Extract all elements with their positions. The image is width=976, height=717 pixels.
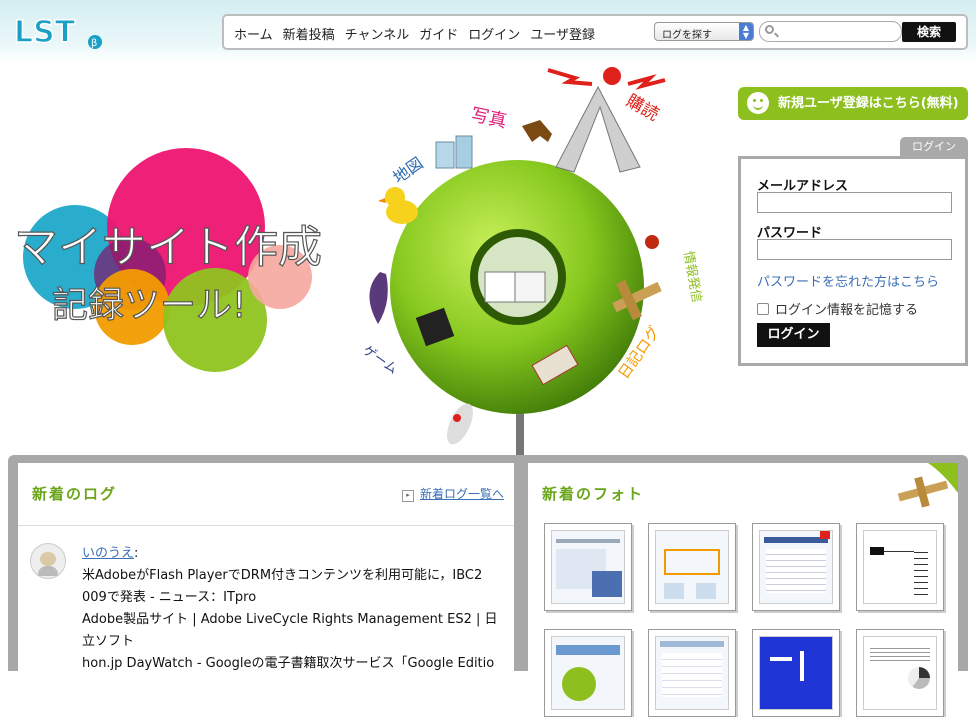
main-nav: ホーム 新着投稿 チャンネル ガイド ログイン ユーザ登録 (234, 24, 595, 43)
hero-title-line2: 記録ツール! (52, 285, 246, 326)
register-banner-label: 新規ユーザ登録はこちら(無料) (778, 96, 959, 111)
new-photos-title: 新着のフォト (542, 485, 645, 503)
photo-thumbnail[interactable] (544, 523, 632, 611)
remember-label: ログイン情報を記憶する (775, 303, 919, 318)
remember-login[interactable]: ログイン情報を記憶する (757, 299, 918, 318)
login-tab: ログイン (900, 137, 968, 156)
lst-logo[interactable]: LST β (14, 12, 104, 52)
log-line[interactable]: Adobe製品サイト | Adobe LiveCycle Rights Mana… (82, 609, 512, 631)
header-bar: LST β ホーム 新着投稿 チャンネル ガイド ログイン ユーザ登録 ログを探… (0, 0, 976, 62)
search-icon (765, 25, 774, 34)
avatar[interactable] (30, 543, 66, 579)
logo-text: LST (14, 15, 76, 50)
new-logs-list-link[interactable]: 新着ログ一覧へ (402, 485, 504, 502)
search-input[interactable] (759, 21, 902, 42)
new-photos-panel: 新着のフォト (528, 463, 958, 717)
photo-thumbnail[interactable] (752, 523, 840, 611)
login-button[interactable]: ログイン (757, 323, 830, 347)
nav-guide[interactable]: ガイド (419, 24, 458, 43)
divider (18, 525, 514, 526)
label-photo: 写真 (469, 104, 509, 132)
ladybug-icon (645, 235, 659, 249)
photo-thumbnail[interactable] (648, 523, 736, 611)
log-line[interactable]: hon.jp DayWatch - Googleの電子書籍取次サービス「Goog… (82, 653, 512, 675)
building-icon (435, 135, 473, 169)
content-area: 新着のログ 新着ログ一覧へ いのうえ: 米AdobeがFlash Playerで… (8, 455, 968, 717)
search-scope-select[interactable]: ログを探す ▲ ▼ (654, 22, 754, 41)
new-logs-title: 新着のログ (32, 485, 118, 503)
log-user-link[interactable]: いのうえ (82, 546, 134, 561)
navigation-box: ホーム 新着投稿 チャンネル ガイド ログイン ユーザ登録 ログを探す ▲ ▼ 検… (222, 14, 968, 50)
select-arrows-icon: ▲ ▼ (739, 23, 753, 40)
photo-thumbnail[interactable] (856, 629, 944, 717)
password-field[interactable] (757, 239, 952, 260)
login-box: メールアドレス パスワード パスワードを忘れた方はこちら ログイン情報を記憶する… (738, 156, 968, 366)
search-button[interactable]: 検索 (902, 22, 956, 42)
log-line[interactable]: 米AdobeがFlash PlayerでDRM付きコンテンツを利用可能に，IBC… (82, 565, 512, 587)
nav-new-posts[interactable]: 新着投稿 (283, 24, 335, 43)
log-line[interactable]: 立ソフト (82, 631, 512, 653)
nav-register[interactable]: ユーザ登録 (530, 24, 595, 43)
svg-text:β: β (91, 38, 97, 49)
forgot-password-link[interactable]: パスワードを忘れた方はこちら (757, 271, 939, 290)
label-broadcast: 情報発信 (680, 250, 704, 304)
smiley-icon (747, 92, 769, 114)
search-scope-value: ログを探す (662, 30, 712, 41)
nav-channel[interactable]: チャンネル (345, 24, 410, 43)
photo-thumbnail[interactable] (648, 629, 736, 717)
log-line[interactable]: 009で発表 - ニュース：ITpro (82, 587, 512, 609)
photo-thumbnail[interactable] (856, 523, 944, 611)
rocket-icon (447, 403, 473, 445)
remember-checkbox[interactable] (757, 303, 769, 315)
nav-login[interactable]: ログイン (468, 24, 520, 43)
purple-creature-icon (369, 272, 388, 324)
register-banner[interactable]: 新規ユーザ登録はこちら(無料) (738, 87, 968, 120)
label-game: ゲーム (360, 343, 400, 377)
duck-icon (378, 187, 418, 224)
log-entry: いのうえ: 米AdobeがFlash PlayerでDRM付きコンテンツを利用可… (82, 543, 512, 675)
airplane-corner-icon (897, 463, 958, 508)
nav-home[interactable]: ホーム (234, 24, 273, 43)
dinosaur-icon (522, 120, 552, 142)
new-logs-panel: 新着のログ 新着ログ一覧へ いのうえ: 米AdobeがFlash Playerで… (18, 463, 514, 673)
email-field[interactable] (757, 192, 952, 213)
photo-thumbnail[interactable] (544, 629, 632, 717)
photo-thumbnail[interactable] (752, 629, 840, 717)
log-user-suffix: : (134, 546, 139, 561)
label-subscribe: 購読 (623, 91, 662, 125)
hero-title-line1: マイサイト作成 (14, 222, 322, 273)
label-map: 地図 (389, 153, 426, 187)
